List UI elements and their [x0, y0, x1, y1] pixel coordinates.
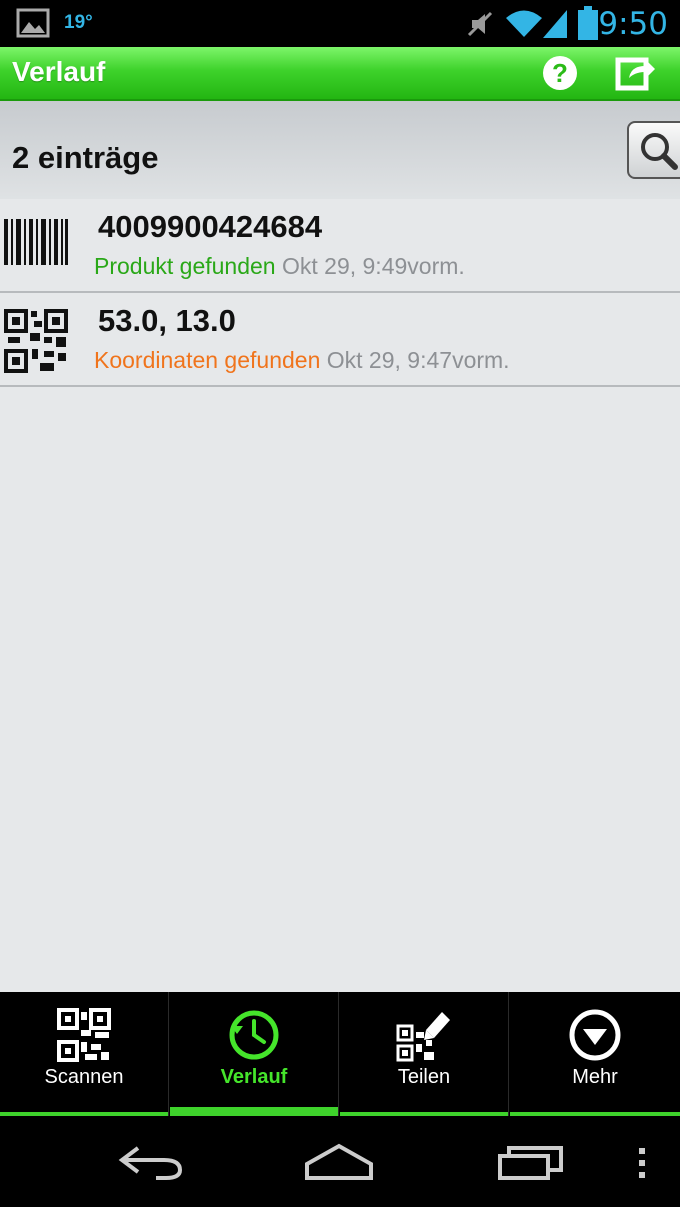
export-icon[interactable]	[615, 54, 657, 97]
qr-scan-icon	[57, 1008, 111, 1067]
signal-icon	[541, 8, 569, 45]
mute-icon	[466, 10, 494, 43]
scan-status: Produkt gefunden	[94, 253, 276, 279]
scan-timestamp: Okt 29, 9:47vorm.	[326, 347, 510, 373]
qr-edit-icon	[396, 1008, 452, 1067]
bottom-navigation: Scannen Verlauf Teilen Mehr	[0, 992, 680, 1116]
history-row-qr[interactable]: 53.0, 13.0 Koordinaten gefunden Okt 29, …	[0, 293, 680, 387]
svg-text:?: ?	[552, 58, 568, 88]
more-down-icon	[568, 1008, 622, 1067]
nav-teilen[interactable]: Teilen	[340, 992, 509, 1116]
home-icon[interactable]	[303, 1142, 375, 1187]
action-bar: Verlauf ?	[0, 47, 680, 101]
temperature: 19°	[64, 12, 93, 33]
scan-meta: Koordinaten gefunden Okt 29, 9:47vorm.	[94, 347, 510, 374]
nav-label: Verlauf	[220, 1066, 288, 1088]
history-list: 4009900424684 Produkt gefunden Okt 29, 9…	[0, 199, 680, 387]
help-icon[interactable]: ?	[541, 54, 579, 97]
entry-count: 2 einträge	[12, 140, 159, 175]
qr-code-icon	[4, 309, 68, 378]
scan-status: Koordinaten gefunden	[94, 347, 321, 373]
search-icon	[641, 133, 678, 170]
wifi-icon	[505, 9, 543, 44]
gallery-icon	[16, 8, 50, 43]
scan-timestamp: Okt 29, 9:49vorm.	[281, 253, 465, 279]
system-navigation	[0, 1116, 680, 1207]
nav-verlauf[interactable]: Verlauf	[170, 992, 339, 1116]
clock: 9:50	[598, 6, 668, 42]
scan-value: 4009900424684	[98, 209, 323, 244]
status-bar: 19° 9:50	[0, 0, 680, 47]
scan-value: 53.0, 13.0	[98, 303, 236, 338]
nav-scannen[interactable]: Scannen	[0, 992, 169, 1116]
back-icon[interactable]	[118, 1142, 184, 1187]
battery-icon	[577, 6, 599, 45]
history-row-barcode[interactable]: 4009900424684 Produkt gefunden Okt 29, 9…	[0, 199, 680, 293]
search-button[interactable]	[627, 121, 680, 179]
screen-title: Verlauf	[12, 56, 106, 87]
scan-meta: Produkt gefunden Okt 29, 9:49vorm.	[94, 253, 465, 280]
recents-icon[interactable]	[497, 1142, 565, 1187]
overflow-menu-icon[interactable]	[636, 1146, 648, 1185]
nav-label: Mehr	[572, 1066, 618, 1088]
history-clock-icon	[227, 1008, 281, 1067]
list-header: 2 einträge	[0, 101, 680, 199]
nav-label: Scannen	[44, 1066, 124, 1088]
nav-indicator	[170, 1107, 338, 1116]
nav-mehr[interactable]: Mehr	[510, 992, 680, 1116]
barcode-icon	[4, 217, 68, 272]
nav-label: Teilen	[397, 1066, 451, 1088]
